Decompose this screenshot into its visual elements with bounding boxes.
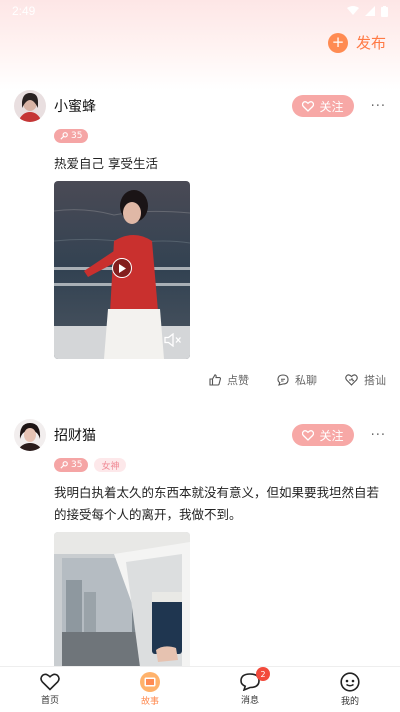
profile-icon [340,672,360,692]
publish-button[interactable]: + 发布 [327,32,386,53]
mute-button[interactable] [164,332,182,351]
story-icon [140,672,160,692]
post-divider [0,401,400,415]
avatar[interactable] [14,419,46,451]
user-badges: 35 女神 [54,458,386,474]
heart-outline-icon [302,100,315,112]
private-message-button[interactable]: 私聊 [277,372,317,388]
plus-icon: + [327,32,348,53]
username[interactable]: 小蜜蜂 [54,96,292,116]
follow-button[interactable]: 关注 [292,424,354,446]
level-badge: 35 [54,458,89,472]
heart-outline-icon [302,429,315,441]
signal-icon [365,6,375,16]
status-time: 2:49 [12,4,36,18]
play-button[interactable] [112,258,132,278]
greet-label: 搭讪 [364,374,386,387]
username[interactable]: 招财猫 [54,425,292,445]
battery-icon [381,5,388,17]
post-image[interactable] [54,532,190,666]
chat-icon [277,374,289,386]
tab-label: 首页 [40,696,59,706]
status-icons [347,5,388,17]
key-icon [60,132,68,140]
publish-label: 发布 [355,34,386,52]
thumbs-up-icon [209,374,221,386]
like-button[interactable]: 点赞 [209,372,249,388]
follow-label: 关注 [319,99,344,114]
like-label: 点赞 [227,374,249,387]
tab-home[interactable]: 首页 [10,673,90,706]
tab-label: 故事 [140,697,159,707]
tab-label: 消息 [240,696,259,706]
follow-label: 关注 [319,428,344,443]
story-feed[interactable]: 小蜜蜂 关注 ··· 35 热爱自己 享受生活 点赞 私聊 搭讪 招财猫 关注 … [0,80,400,666]
follow-button[interactable]: 关注 [292,95,354,117]
greet-heart-icon [345,374,358,386]
post-text: 热爱自己 享受生活 [54,156,158,171]
post-header: 小蜜蜂 关注 ··· [14,86,386,126]
level-badge: 35 [54,129,89,143]
status-bar: 2:49 [0,0,400,22]
greet-button[interactable]: 搭讪 [345,372,386,388]
tab-story[interactable]: 故事 [110,672,190,707]
unread-badge: 2 [256,667,270,681]
user-badges: 35 [54,129,386,145]
goddess-tag: 女神 [94,458,127,472]
post-header: 招财猫 关注 ··· [14,415,386,455]
post-text: 我明白执着太久的东西本就没有意义，但如果要我坦然自若的接受每个人的离开，我做不到… [54,485,380,522]
tab-profile[interactable]: 我的 [310,672,390,707]
tab-label: 我的 [340,697,359,707]
level-value: 35 [71,460,83,470]
key-icon [60,461,68,469]
more-options-button[interactable]: ··· [360,99,386,114]
message-label: 私聊 [295,374,317,387]
avatar[interactable] [14,90,46,122]
play-icon [119,263,126,273]
wifi-icon [347,6,359,15]
level-value: 35 [71,131,83,141]
tab-messages[interactable]: 2 消息 [210,667,290,706]
heart-icon [40,673,60,691]
post-card: 小蜜蜂 关注 ··· 35 热爱自己 享受生活 点赞 私聊 搭讪 [0,80,400,401]
more-options-button[interactable]: ··· [360,428,386,443]
post-video[interactable] [54,181,190,359]
mute-icon [164,332,181,348]
post-actions: 点赞 私聊 搭讪 [14,359,386,401]
post-card: 招财猫 关注 ··· 35 女神 我明白执着太久的东西本就没有意义，但如果要我坦… [0,415,400,666]
bottom-tab-bar: 首页 故事 2 消息 我的 [0,666,400,712]
